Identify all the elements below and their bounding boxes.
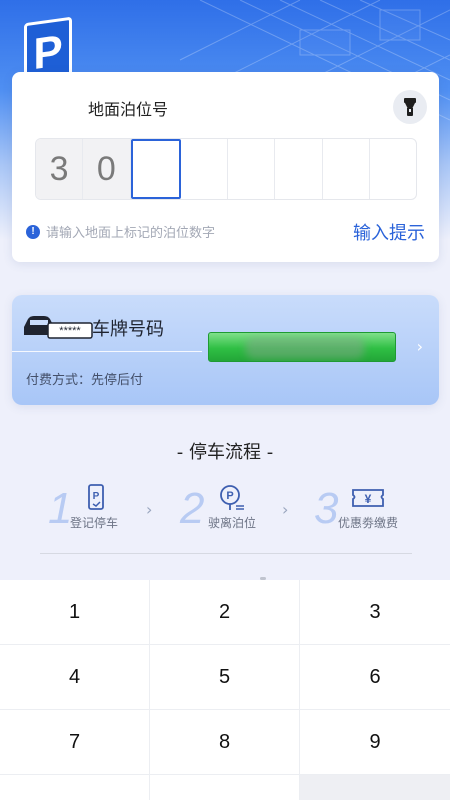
payment-method-label: 付费方式：先停后付 [26, 373, 144, 388]
key-1[interactable]: 1 [0, 580, 150, 645]
flashlight-button[interactable] [393, 90, 427, 124]
digit-cell[interactable]: 3 [36, 139, 84, 199]
key-empty [0, 775, 150, 800]
parking-pin-icon: P [220, 485, 244, 510]
digit-cell[interactable] [275, 139, 323, 199]
key-delete[interactable] [300, 775, 450, 800]
chevron-right-icon: › [146, 500, 153, 519]
license-plate-field[interactable] [208, 332, 396, 362]
key-4[interactable]: 4 [0, 645, 150, 710]
svg-text:¥: ¥ [365, 492, 372, 506]
key-8[interactable]: 8 [150, 710, 300, 775]
key-7[interactable]: 7 [0, 710, 150, 775]
digit-cell[interactable] [228, 139, 276, 199]
step-number: 1 [48, 484, 73, 533]
key-9[interactable]: 9 [300, 710, 450, 775]
phone-parking-icon: P [88, 484, 104, 510]
flow-step-register: 1 P 登记停车 [48, 484, 148, 534]
key-3[interactable]: 3 [300, 580, 450, 645]
flashlight-icon [404, 98, 416, 116]
key-0[interactable] [150, 775, 300, 800]
flow-step-pay: 3 ¥ 优惠劵缴费 [314, 484, 424, 534]
input-hint-link[interactable]: 输入提示 [353, 219, 425, 245]
coupon-yen-icon: ¥ [352, 489, 384, 507]
chevron-right-icon: › [282, 500, 289, 519]
svg-text:P: P [93, 491, 100, 502]
plate-card[interactable]: ***** 车牌号码 › 付费方式：先停后付 [12, 295, 439, 405]
digit-cell[interactable] [370, 139, 416, 199]
step-number: 3 [314, 484, 339, 533]
digit-cell[interactable] [181, 139, 228, 199]
flow-divider [40, 553, 412, 554]
step-label: 登记停车 [70, 516, 119, 530]
berth-title: 地面泊位号 [88, 100, 169, 119]
info-icon: ! [26, 224, 40, 239]
step-number: 2 [180, 484, 205, 533]
hint-text: 请输入地面上标记的泊位数字 [46, 226, 216, 241]
flow-title: - 停车流程 - [176, 442, 274, 463]
numeric-keypad: 1 2 3 4 5 6 7 8 9 [0, 580, 450, 800]
blurred-plate-text [245, 337, 365, 359]
digit-cell-active[interactable] [130, 139, 181, 199]
plate-mask: ***** [59, 325, 81, 337]
digit-cell[interactable] [323, 139, 370, 199]
berth-number-card: 地面泊位号 3 0 ! 请输入地面上标记的泊位数字 输入提示 [12, 72, 439, 262]
key-6[interactable]: 6 [300, 645, 450, 710]
key-2[interactable]: 2 [150, 580, 300, 645]
plate-divider [12, 351, 202, 352]
digit-cell[interactable]: 0 [83, 139, 131, 199]
chevron-right-icon[interactable]: › [417, 337, 423, 356]
step-label: 驶离泊位 [208, 516, 257, 530]
plate-title: 车牌号码 [92, 319, 164, 340]
hint-row: ! 请输入地面上标记的泊位数字 [26, 222, 215, 241]
key-5[interactable]: 5 [150, 645, 300, 710]
svg-text:P: P [226, 490, 233, 502]
flow-step-leave: 2 P 驶离泊位 [180, 484, 280, 534]
car-plate-icon: ***** [24, 316, 93, 339]
berth-digit-input[interactable]: 3 0 [35, 138, 417, 200]
step-label: 优惠劵缴费 [338, 516, 399, 530]
